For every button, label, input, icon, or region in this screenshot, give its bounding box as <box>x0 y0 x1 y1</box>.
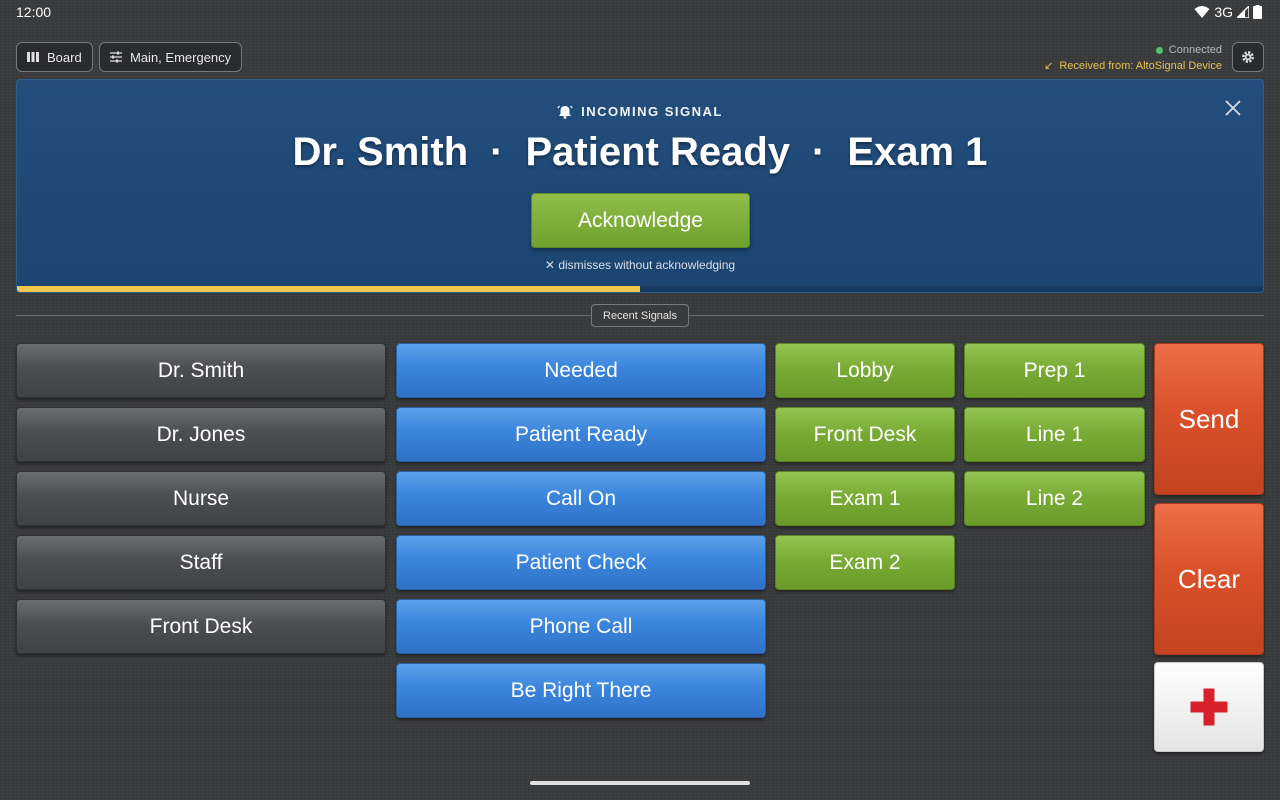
small-close-icon: ✕ <box>544 258 555 272</box>
board-button[interactable]: Board <box>16 42 93 72</box>
acknowledge-button[interactable]: Acknowledge <box>531 193 750 248</box>
title-separator: · <box>490 130 504 174</box>
status-dot-icon <box>1155 46 1163 54</box>
location-button[interactable]: Prep 1 <box>964 343 1145 398</box>
settings-button[interactable] <box>1232 42 1264 72</box>
channels-label: Main, Emergency <box>130 49 232 65</box>
recent-signals-button[interactable]: Recent Signals <box>591 304 689 327</box>
incoming-signal-banner: INCOMING SIGNAL Dr. Smith · Patient Ready ·… <box>16 79 1264 293</box>
person-button[interactable]: Dr. Smith <box>16 343 386 398</box>
channels-button[interactable]: Main, Emergency <box>99 42 243 72</box>
signal-what: Patient Ready <box>525 130 790 174</box>
close-icon[interactable] <box>1223 98 1243 118</box>
board-icon <box>27 52 39 62</box>
connection-info: Connected ↙ Received from: AltoSignal Dev… <box>1044 42 1222 74</box>
person-button[interactable]: Staff <box>16 535 386 590</box>
location-button[interactable]: Front Desk <box>775 407 955 462</box>
emergency-button[interactable] <box>1154 662 1264 752</box>
person-button[interactable]: Nurse <box>16 471 386 526</box>
signal-who: Dr. Smith <box>292 130 469 174</box>
gear-icon <box>1242 51 1254 63</box>
board-label: Board <box>47 49 82 65</box>
timer-bar <box>17 286 640 292</box>
send-button[interactable]: Send <box>1154 343 1264 495</box>
connection-status: Connected <box>1168 44 1222 56</box>
person-button[interactable]: Front Desk <box>16 599 386 654</box>
person-button[interactable]: Dr. Jones <box>16 407 386 462</box>
status-time: 12:00 <box>16 4 52 20</box>
location-button[interactable]: Lobby <box>775 343 955 398</box>
home-indicator[interactable] <box>530 781 750 785</box>
location-button[interactable]: Line 2 <box>964 471 1145 526</box>
dismiss-hint-label: dismisses without acknowledging <box>558 258 736 272</box>
wifi-icon <box>1194 6 1210 18</box>
location-button[interactable]: Exam 2 <box>775 535 955 590</box>
signal-title: Dr. Smith · Patient Ready · Exam 1 <box>17 130 1263 175</box>
dismiss-hint: ✕ dismisses without acknowledging <box>17 258 1263 272</box>
signal-where: Exam 1 <box>847 130 988 174</box>
location-button[interactable]: Exam 1 <box>775 471 955 526</box>
battery-icon <box>1253 5 1262 19</box>
message-button[interactable]: Call On <box>396 471 766 526</box>
received-arrow-icon: ↙ <box>1044 60 1054 72</box>
red-cross-icon <box>1190 688 1228 726</box>
tune-icon <box>110 51 122 63</box>
title-separator: · <box>812 130 826 174</box>
message-button[interactable]: Patient Check <box>396 535 766 590</box>
message-button[interactable]: Needed <box>396 343 766 398</box>
message-button[interactable]: Patient Ready <box>396 407 766 462</box>
message-button[interactable]: Phone Call <box>396 599 766 654</box>
location-button[interactable]: Line 1 <box>964 407 1145 462</box>
banner-header: INCOMING SIGNAL <box>17 104 1263 119</box>
banner-header-label: INCOMING SIGNAL <box>581 104 723 119</box>
status-icons: 3G <box>1194 4 1262 20</box>
received-from: Received from: AltoSignal Device <box>1059 60 1222 72</box>
message-button[interactable]: Be Right There <box>396 663 766 718</box>
network-type: 3G <box>1214 4 1233 20</box>
clear-button[interactable]: Clear <box>1154 503 1264 655</box>
alarm-bell-icon <box>557 105 573 119</box>
signal-icon <box>1237 6 1249 18</box>
